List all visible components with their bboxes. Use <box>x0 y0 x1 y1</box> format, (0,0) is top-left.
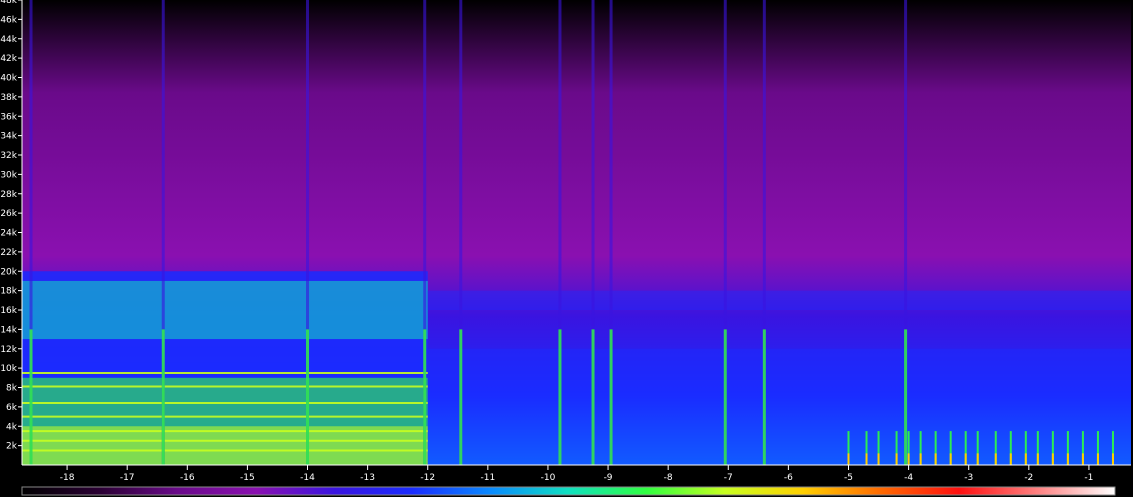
dense-band-cyan <box>22 280 428 340</box>
y-tick-label-17: 36k <box>0 112 17 122</box>
y-tick-label-13: 28k <box>0 190 17 200</box>
x-tick-label-12: -6 <box>784 473 793 483</box>
x-tick-label-4: -14 <box>300 473 315 483</box>
y-tick-label-16: 34k <box>0 132 17 142</box>
y-tick-label-0: 2k <box>6 442 18 452</box>
x-tick-label-9: -9 <box>604 473 613 483</box>
x-tick-label-10: -8 <box>664 473 673 483</box>
x-tick-label-6: -12 <box>420 473 435 483</box>
y-tick-label-11: 24k <box>0 229 17 239</box>
y-tick-label-10: 22k <box>0 248 17 258</box>
y-tick-label-22: 46k <box>0 15 17 25</box>
x-tick-label-5: -13 <box>360 473 375 483</box>
x-tick-label-2: -16 <box>180 473 195 483</box>
x-tick-label-11: -7 <box>724 473 733 483</box>
y-tick-label-2: 6k <box>6 403 18 413</box>
x-tick-label-1: -17 <box>120 473 135 483</box>
x-tick-label-17: -1 <box>1084 473 1093 483</box>
y-tick-label-8: 18k <box>0 287 17 297</box>
y-tick-label-18: 38k <box>0 93 17 103</box>
colorbar <box>21 486 1116 496</box>
secondary-band <box>427 290 1132 310</box>
plot-area <box>22 0 1132 465</box>
lower-energy-band <box>22 271 1132 465</box>
y-tick-label-9: 20k <box>0 267 17 277</box>
x-tick-label-8: -10 <box>541 473 556 483</box>
y-tick-label-21: 44k <box>0 35 17 45</box>
y-tick-label-20: 42k <box>0 54 17 64</box>
colorbar-strip <box>21 486 1116 496</box>
x-tick-label-16: -2 <box>1024 473 1033 483</box>
x-tick-label-7: -11 <box>480 473 495 483</box>
x-tick-label-13: -5 <box>844 473 853 483</box>
y-tick-label-6: 14k <box>0 325 17 335</box>
y-tick-label-4: 10k <box>0 364 17 374</box>
spectrogram-chart: 2k 4k 6k 8k 10k 12k 14k 16k 18k 20k 22k 24k 26k 28k 30… <box>0 0 1132 496</box>
y-tick-label-14: 30k <box>0 170 17 180</box>
y-tick-label-5: 12k <box>0 345 17 355</box>
y-tick-label-1: 4k <box>6 422 18 432</box>
x-tick-label-0: -18 <box>60 473 75 483</box>
x-tick-label-14: -4 <box>904 473 913 483</box>
y-tick-label-23: 48k <box>0 0 17 6</box>
y-tick-label-15: 32k <box>0 151 17 161</box>
y-tick-label-7: 16k <box>0 306 17 316</box>
y-tick-label-3: 8k <box>6 384 18 394</box>
y-tick-label-12: 26k <box>0 209 17 219</box>
y-axis: 2k 4k 6k 8k 10k 12k 14k 16k 18k 20k 22k 24k 26k 28k 30… <box>0 0 23 465</box>
x-tick-label-15: -3 <box>964 473 973 483</box>
x-tick-label-3: -15 <box>240 473 255 483</box>
x-axis: -18 -17 -16 -15 -14 -13 -12 -11 -10 -9 -8 -7 -6 -5 -4 -… <box>22 464 1131 483</box>
y-tick-label-19: 40k <box>0 74 17 84</box>
